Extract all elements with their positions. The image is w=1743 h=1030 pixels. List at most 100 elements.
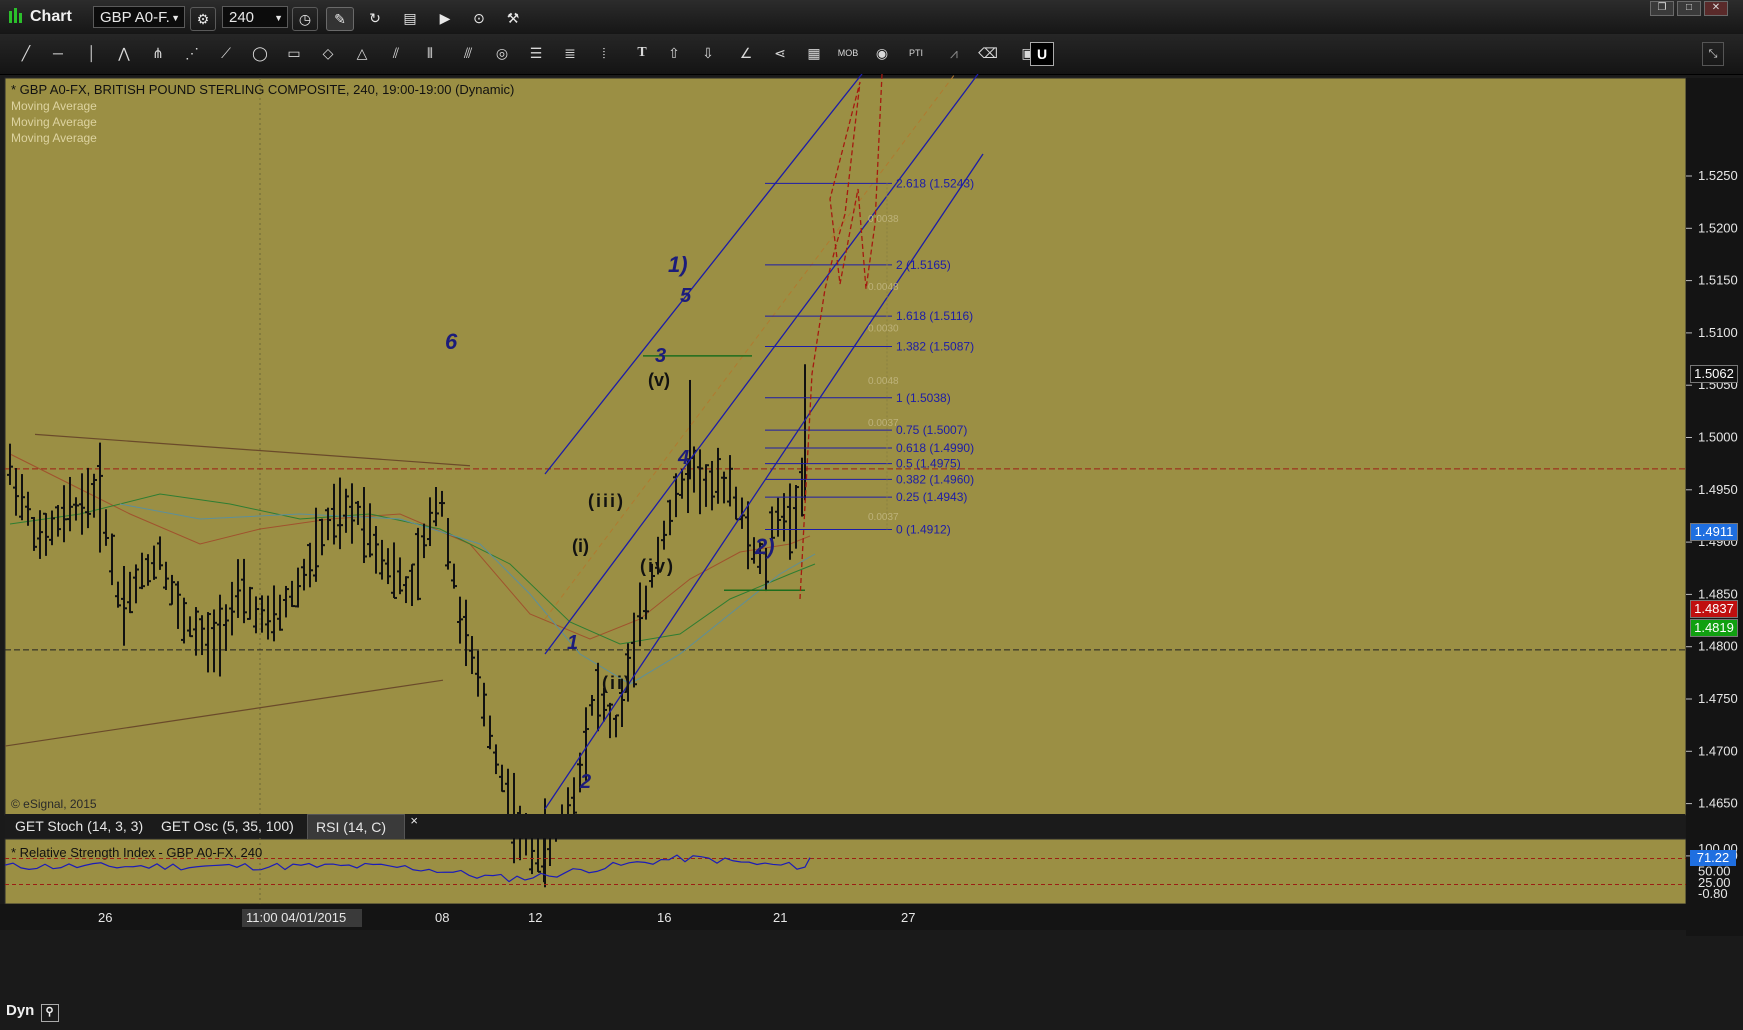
wave-label: 1 bbox=[567, 632, 578, 654]
wave-label: 4 bbox=[677, 447, 689, 469]
chevron-down-icon: ▼ bbox=[274, 13, 283, 23]
tab-rsi-label: RSI (14, C) bbox=[316, 819, 387, 835]
fib-level-label: 1 (1.5038) bbox=[896, 391, 951, 405]
grid-icon[interactable]: ▦ bbox=[802, 42, 826, 64]
rsi-value-badge: 71.22 bbox=[1690, 849, 1736, 866]
faint-measure-label: 0.0037 bbox=[868, 512, 899, 523]
chart-header: * GBP A0-FX, BRITISH POUND STERLING COMP… bbox=[11, 82, 514, 97]
wave-label: (iii) bbox=[588, 491, 625, 511]
fib-level-label: 0.618 (1.4990) bbox=[896, 441, 974, 455]
zigzag-icon[interactable]: ⩘ bbox=[942, 42, 966, 64]
indicator-tabs: GET Stoch (14, 3, 3) GET Osc (5, 35, 100… bbox=[5, 813, 1685, 839]
wave-label: (iv) bbox=[640, 556, 675, 576]
price-axis-label: 1.4750 bbox=[1698, 691, 1738, 706]
triangle-icon[interactable]: △ bbox=[350, 42, 374, 64]
gann-fan-icon[interactable]: ⋰ bbox=[180, 42, 204, 64]
fib-level-label: 0.75 (1.5007) bbox=[896, 423, 967, 437]
time-axis-label: 08 bbox=[435, 910, 449, 925]
time-axis-mode-label: Dyn bbox=[6, 1002, 35, 1019]
arrow-up-icon[interactable]: ⇧ bbox=[662, 42, 686, 64]
tab-get-osc[interactable]: GET Osc (5, 35, 100) bbox=[153, 814, 302, 838]
tab-get-stoch[interactable]: GET Stoch (14, 3, 3) bbox=[7, 814, 151, 838]
data-window-icon[interactable]: ▤ bbox=[398, 7, 422, 29]
fib-level-label: 1.382 (1.5087) bbox=[896, 339, 974, 353]
wave-label: (v) bbox=[648, 370, 670, 390]
zoom-icon[interactable]: ⊙ bbox=[468, 7, 490, 29]
concentric-circles-icon[interactable]: ◎ bbox=[490, 42, 514, 64]
price-axis-label: 1.4700 bbox=[1698, 743, 1738, 758]
wave-label: 1) bbox=[668, 252, 688, 277]
price-axis-label: 1.5100 bbox=[1698, 325, 1738, 340]
tab-rsi[interactable]: RSI (14, C) × bbox=[307, 813, 418, 839]
time-axis-mode[interactable]: Dyn ⚲ bbox=[6, 1002, 59, 1022]
pti-icon[interactable]: PTI bbox=[904, 42, 928, 64]
pitchfork-icon[interactable]: ⋔ bbox=[146, 42, 170, 64]
fib-retracement-icon[interactable]: ☰ bbox=[524, 42, 548, 64]
interval-dropdown[interactable]: 240 ▼ bbox=[222, 6, 288, 28]
restore-icon[interactable]: ❐ bbox=[1650, 1, 1674, 16]
maximize-icon[interactable]: □ bbox=[1677, 1, 1701, 16]
faint-measure-label: 0.0048 bbox=[868, 282, 899, 293]
play-icon[interactable]: ▶ bbox=[434, 7, 456, 29]
fib-level-label: 0.5 (1.4975) bbox=[896, 457, 961, 471]
fib-extension-icon[interactable]: ≣ bbox=[558, 42, 582, 64]
wave-label: 3 bbox=[655, 345, 666, 367]
chart-content: 1.52501.52001.51501.51001.50501.50001.49… bbox=[0, 74, 1743, 936]
vertical-line-icon[interactable]: │ bbox=[80, 42, 104, 64]
fib-level-label: 2.618 (1.5243) bbox=[896, 176, 974, 190]
line-tool-icon[interactable]: ╱ bbox=[14, 42, 38, 64]
copyright-label: © eSignal, 2015 bbox=[11, 797, 97, 811]
refresh-icon[interactable]: ↻ bbox=[364, 7, 386, 29]
fib-fan-icon[interactable]: ⟋ bbox=[214, 42, 238, 64]
arrow-down-icon[interactable]: ⇩ bbox=[696, 42, 720, 64]
clock-icon[interactable]: ◷ bbox=[292, 7, 318, 31]
cycle-lines-icon[interactable]: ⦀ bbox=[418, 42, 442, 64]
time-axis-label: 26 bbox=[98, 910, 112, 925]
time-axis-label: 21 bbox=[773, 910, 787, 925]
price-axis-label: 1.5150 bbox=[1698, 273, 1738, 288]
time-axis-label: 11:00 04/01/2015 bbox=[246, 910, 346, 925]
parallel-channel-icon[interactable]: ⫽ bbox=[384, 42, 408, 64]
fib-level-label: 1.618 (1.5116) bbox=[896, 309, 973, 323]
wave-label: (i) bbox=[572, 536, 589, 556]
eye-icon[interactable]: ◉ bbox=[870, 42, 894, 64]
eraser-icon[interactable]: ◇ bbox=[316, 42, 340, 64]
magnet-icon[interactable]: U bbox=[1030, 42, 1054, 66]
price-axis-label: 1.4950 bbox=[1698, 482, 1738, 497]
symbol-dropdown[interactable]: GBP A0-F. ▼ bbox=[93, 6, 185, 28]
faint-measure-label: 0.0037 bbox=[868, 418, 899, 429]
settings-gear-icon[interactable]: ⚙ bbox=[190, 7, 216, 31]
ellipse-icon[interactable]: ◯ bbox=[248, 42, 272, 64]
tab-close-icon[interactable]: × bbox=[410, 809, 418, 833]
faint-measure-label: 0.0038 bbox=[868, 214, 899, 225]
mob-icon[interactable]: MOB bbox=[836, 42, 860, 64]
symbol-value: GBP A0-F. bbox=[100, 9, 170, 26]
polyline-icon[interactable]: ⋀ bbox=[112, 42, 136, 64]
chart-area[interactable]: 1.52501.52001.51501.51001.50501.50001.49… bbox=[0, 74, 1743, 1030]
horizontal-line-icon[interactable]: ─ bbox=[46, 42, 70, 64]
study-label: Moving Average bbox=[11, 99, 97, 113]
chart-app-icon bbox=[8, 8, 22, 24]
price-badge: 1.5062 bbox=[1690, 364, 1738, 383]
collapse-toolbar-icon[interactable]: ⤡ bbox=[1702, 42, 1724, 66]
time-axis-label: 12 bbox=[528, 910, 542, 925]
time-axis-label: 16 bbox=[657, 910, 671, 925]
price-badge: 1.4911 bbox=[1690, 522, 1738, 541]
wave-label: 2 bbox=[579, 771, 591, 793]
close-icon[interactable]: ✕ bbox=[1704, 1, 1728, 16]
wave-label: 6 bbox=[445, 329, 458, 354]
angle-tool-icon[interactable]: ∠ bbox=[734, 42, 758, 64]
zoom-glass-icon[interactable]: ⚲ bbox=[40, 1004, 59, 1022]
text-tool-icon[interactable]: T bbox=[630, 42, 654, 64]
rectangle-icon[interactable]: ▭ bbox=[282, 42, 306, 64]
draw-pencil-icon[interactable]: ✎ bbox=[326, 7, 354, 31]
clear-drawings-icon[interactable]: ⌫ bbox=[976, 42, 1000, 64]
trend-channel-icon[interactable]: ⫻ bbox=[456, 42, 480, 64]
fib-level-label: 2 (1.5165) bbox=[896, 258, 951, 272]
time-cycles-icon[interactable]: ⦙ bbox=[592, 42, 616, 64]
study-label: Moving Average bbox=[11, 131, 97, 145]
window-title: Chart bbox=[30, 8, 72, 25]
drawing-toolbar: ╱ ─ │ ⋀ ⋔ ⋰ ⟋ ◯ ▭ ◇ △ ⫽ ⦀ ⫻ ◎ ☰ ≣ ⦙ T ⇧ … bbox=[0, 34, 1743, 75]
tools-icon[interactable]: ⚒ bbox=[502, 7, 524, 29]
fan-lines-icon[interactable]: ⋖ bbox=[768, 42, 792, 64]
